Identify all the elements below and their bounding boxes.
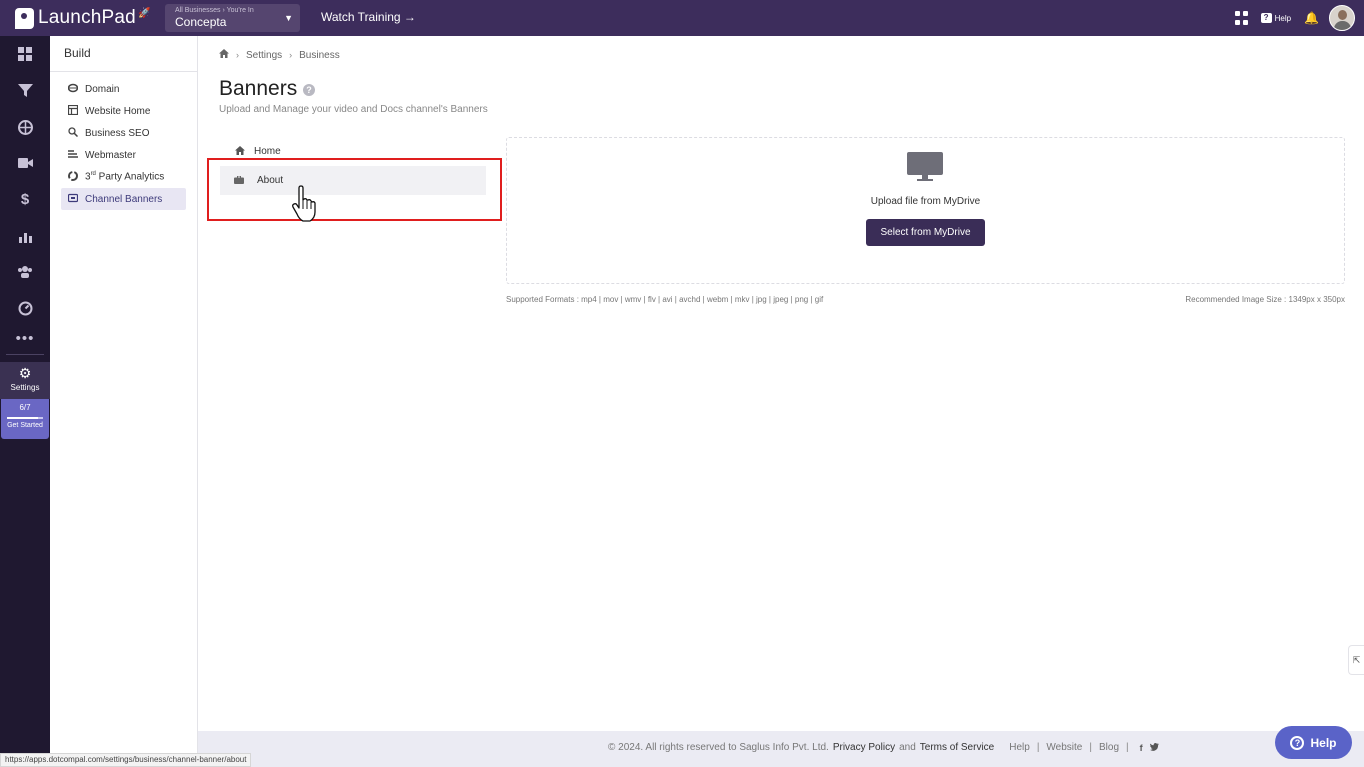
- rail-settings[interactable]: ⚙ Settings: [0, 362, 50, 399]
- help-button[interactable]: ? Help: [1260, 13, 1292, 23]
- sidebar-item-label: 3rd Party Analytics: [85, 171, 165, 183]
- sidebar-title: Build: [50, 36, 197, 72]
- rail-divider: [6, 354, 44, 355]
- upload-dropzone[interactable]: Upload file from MyDrive Select from MyD…: [506, 137, 1345, 284]
- build-sidebar: Build Domain Website Home Business SEO W…: [50, 36, 198, 767]
- footer-copyright: © 2024. All rights reserved to Saglus In…: [608, 742, 829, 753]
- status-bar-url: https://apps.dotcompal.com/settings/busi…: [0, 753, 252, 767]
- top-right-actions: ? Help 🔔: [1234, 0, 1364, 36]
- chevron-right-icon: ›: [289, 50, 293, 60]
- sidebar-item-domain[interactable]: Domain: [61, 78, 186, 100]
- monitor-icon: [907, 152, 943, 182]
- top-bar: LaunchPad 🚀 All Businesses › You're In C…: [0, 0, 1364, 36]
- sidebar-item-webmaster[interactable]: Webmaster: [61, 144, 186, 166]
- rail-settings-label: Settings: [10, 383, 40, 392]
- dashboard-icon[interactable]: [0, 36, 50, 72]
- business-select-caption: All Businesses › You're In: [175, 7, 254, 14]
- channel-item-label: Home: [254, 145, 281, 157]
- footer-and: and: [899, 742, 916, 753]
- hand-cursor-icon: [291, 185, 319, 223]
- more-icon[interactable]: •••: [0, 320, 50, 356]
- chevron-right-icon: ›: [236, 50, 239, 60]
- business-select-value: Concepta: [175, 15, 227, 29]
- banner-icon: [67, 193, 79, 205]
- rocket-icon: 🚀: [137, 7, 151, 19]
- home-icon: [234, 145, 246, 157]
- layout-icon: [67, 104, 79, 117]
- search-icon: [67, 127, 79, 139]
- select-from-mydrive-button[interactable]: Select from MyDrive: [866, 219, 985, 246]
- question-icon[interactable]: ?: [303, 84, 315, 96]
- pie-icon: [67, 171, 79, 183]
- avatar[interactable]: [1329, 5, 1355, 31]
- chevron-down-icon: ▼: [284, 13, 293, 23]
- icon-rail: $ ••• ⚙ Settings 6/7 Get Started: [0, 36, 50, 767]
- terms-link[interactable]: Terms of Service: [920, 742, 994, 753]
- feedback-tab-icon[interactable]: ⇱: [1348, 645, 1364, 675]
- upload-text: Upload file from MyDrive: [870, 196, 981, 207]
- recommended-size: Recommended Image Size : 1349px x 350px: [1185, 295, 1345, 304]
- footer-separator: |: [1126, 742, 1129, 753]
- help-label: Help: [1274, 13, 1292, 23]
- privacy-policy-link[interactable]: Privacy Policy: [833, 742, 895, 753]
- twitter-icon[interactable]: [1149, 742, 1159, 753]
- gear-icon: ⚙: [18, 365, 32, 381]
- sidebar-item-label: Webmaster: [85, 149, 136, 161]
- facebook-icon[interactable]: f: [1140, 743, 1143, 753]
- help-icon: ?: [1260, 13, 1272, 23]
- sidebar-list: Domain Website Home Business SEO Webmast…: [50, 78, 197, 210]
- sidebar-item-website-home[interactable]: Website Home: [61, 100, 186, 122]
- sidebar-item-channel-banners[interactable]: Channel Banners: [61, 188, 186, 210]
- breadcrumb-business[interactable]: Business: [299, 50, 340, 61]
- app-logo[interactable]: LaunchPad 🚀: [15, 7, 165, 29]
- footer-separator: |: [1036, 742, 1040, 753]
- footer: © 2024. All rights reserved to Saglus In…: [198, 731, 1364, 767]
- sidebar-item-label: Domain: [85, 83, 120, 95]
- breadcrumb-settings[interactable]: Settings: [246, 50, 282, 61]
- globe-icon[interactable]: [0, 109, 50, 145]
- users-icon[interactable]: [0, 254, 50, 290]
- help-fab-label: Help: [1310, 735, 1337, 750]
- footer-help-link[interactable]: Help: [1009, 742, 1030, 753]
- bell-icon[interactable]: 🔔: [1304, 11, 1319, 25]
- sidebar-item-label: Business SEO: [85, 127, 150, 139]
- analytics-icon[interactable]: [0, 218, 50, 254]
- globe-icon: [67, 83, 79, 95]
- footer-blog-link[interactable]: Blog: [1099, 742, 1119, 753]
- logo-mark-icon: [15, 7, 34, 29]
- webmaster-icon: [67, 149, 79, 161]
- video-icon[interactable]: [0, 145, 50, 181]
- page-subtitle: Upload and Manage your video and Docs ch…: [219, 104, 488, 115]
- progress-bar-fill: [7, 417, 38, 419]
- breadcrumb: › Settings › Business: [219, 49, 340, 61]
- get-started-progress[interactable]: 6/7 Get Started: [1, 399, 49, 439]
- get-started-label: Get Started: [7, 422, 43, 429]
- sidebar-item-business-seo[interactable]: Business SEO: [61, 122, 186, 144]
- help-fab-button[interactable]: ? Help: [1275, 726, 1352, 759]
- highlight-box: [207, 158, 502, 221]
- progress-fraction: 6/7: [19, 403, 31, 412]
- sidebar-item-label: Channel Banners: [85, 193, 163, 205]
- progress-bar: [7, 417, 43, 419]
- dollar-icon[interactable]: $: [0, 181, 50, 217]
- sidebar-item-label: Website Home: [85, 105, 151, 117]
- watch-training-link[interactable]: Watch Training →: [321, 10, 416, 24]
- funnel-icon[interactable]: [0, 72, 50, 108]
- home-icon[interactable]: [219, 49, 229, 61]
- page-title: Banners: [219, 77, 298, 100]
- supported-formats: Supported Formats : mp4 | mov | wmv | fl…: [506, 295, 824, 304]
- app-name: LaunchPad: [38, 7, 136, 28]
- footer-separator: |: [1089, 742, 1092, 753]
- footer-content: © 2024. All rights reserved to Saglus In…: [608, 742, 1159, 753]
- apps-grid-icon[interactable]: [1234, 11, 1249, 25]
- sidebar-item-3rd-party-analytics[interactable]: 3rd Party Analytics: [61, 166, 186, 188]
- help-circle-icon: ?: [1290, 735, 1305, 750]
- footer-website-link[interactable]: Website: [1046, 742, 1082, 753]
- business-select[interactable]: All Businesses › You're In Concepta ▼: [165, 4, 300, 32]
